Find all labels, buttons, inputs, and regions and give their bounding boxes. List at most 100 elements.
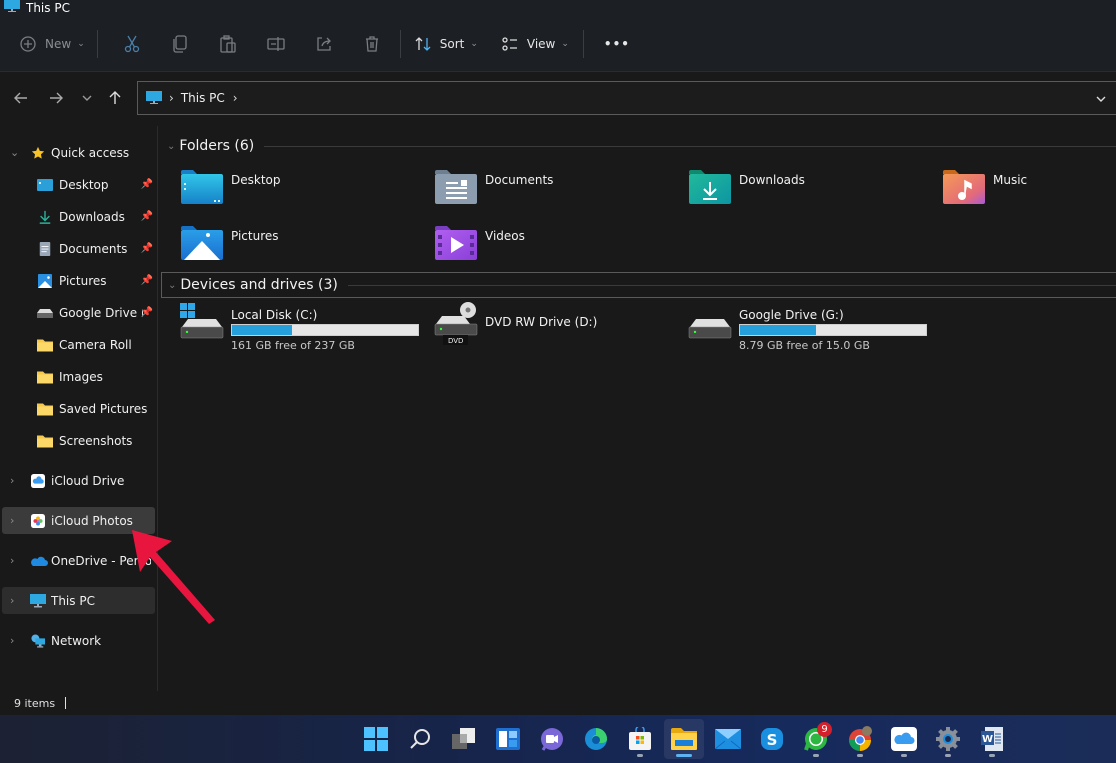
pin-icon[interactable]: 📌 xyxy=(141,307,153,318)
chevron-down-icon[interactable] xyxy=(1096,96,1106,102)
chevron-down-icon xyxy=(82,95,92,101)
chevron-right-icon[interactable]: › xyxy=(10,514,14,527)
taskbar-chrome[interactable] xyxy=(840,719,880,759)
pin-icon[interactable]: 📌 xyxy=(141,211,153,222)
widgets-icon xyxy=(496,728,520,750)
sidebar-item-google-drive[interactable]: Google Drive (G:) 📌 xyxy=(2,299,155,326)
plus-circle-icon xyxy=(20,35,36,52)
taskbar-mail[interactable] xyxy=(708,719,748,759)
pin-icon[interactable]: 📌 xyxy=(141,243,153,254)
sidebar-item-images[interactable]: Images xyxy=(2,363,155,390)
taskbar-teams-chat[interactable] xyxy=(532,719,572,759)
up-button[interactable] xyxy=(105,88,125,108)
folders-group-header[interactable]: ⌄ Folders (6) xyxy=(161,133,1116,159)
paste-icon xyxy=(220,34,236,53)
download-icon xyxy=(39,210,51,224)
sidebar-item-this-pc[interactable]: › This PC xyxy=(2,587,155,614)
sidebar-item-quick-access[interactable]: ⌄ Quick access xyxy=(2,139,155,166)
breadcrumb-separator[interactable]: › xyxy=(169,91,174,105)
breadcrumb-this-pc[interactable]: This PC xyxy=(181,91,225,105)
running-indicator xyxy=(989,754,995,757)
mail-icon xyxy=(715,729,741,749)
taskbar-task-view[interactable] xyxy=(444,719,484,759)
separator xyxy=(96,29,98,58)
edge-icon xyxy=(585,728,607,750)
arrow-up-icon xyxy=(109,91,121,104)
taskbar-whatsapp[interactable]: 9 xyxy=(796,719,836,759)
sidebar-item-downloads[interactable]: Downloads 📌 xyxy=(2,203,155,230)
chevron-down-icon[interactable]: ⌄ xyxy=(168,280,176,291)
sidebar-item-desktop[interactable]: Desktop 📌 xyxy=(2,171,155,198)
pin-icon[interactable]: 📌 xyxy=(141,179,153,190)
divider xyxy=(347,284,1116,286)
chevron-right-icon[interactable]: › xyxy=(10,554,14,567)
folder-tile-pictures[interactable]: Pictures xyxy=(180,225,430,275)
sidebar-item-screenshots[interactable]: Screenshots xyxy=(2,427,155,454)
drive-tile-d[interactable]: DVD DVD RW Drive (D:) xyxy=(434,302,684,354)
breadcrumb-separator[interactable]: › xyxy=(233,91,238,105)
sidebar-item-documents[interactable]: Documents 📌 xyxy=(2,235,155,262)
view-label: View xyxy=(526,36,556,51)
taskbar-store[interactable] xyxy=(620,719,660,759)
drives-group-header[interactable]: ⌄ Devices and drives (3) xyxy=(161,272,1116,298)
taskbar-start[interactable] xyxy=(356,719,396,759)
skype-icon: S xyxy=(761,728,783,750)
forward-button[interactable] xyxy=(46,88,66,108)
pin-icon[interactable]: 📌 xyxy=(141,275,153,286)
drive-tile-c[interactable]: Local Disk (C:) 161 GB free of 237 GB xyxy=(180,303,430,354)
title-bar: This PC xyxy=(0,0,1116,16)
delete-button[interactable] xyxy=(360,26,384,62)
taskbar-settings[interactable] xyxy=(928,719,968,759)
copy-button[interactable] xyxy=(168,26,192,62)
chevron-down-icon: ⌄ xyxy=(561,38,569,49)
taskbar-widgets[interactable] xyxy=(488,719,528,759)
folder-tile-documents[interactable]: Documents xyxy=(434,169,684,219)
drive-usage-fill xyxy=(740,325,817,335)
paste-button[interactable] xyxy=(216,26,240,62)
document-icon xyxy=(39,241,51,256)
sidebar-item-camera-roll[interactable]: Camera Roll xyxy=(2,331,155,358)
icloud-icon xyxy=(891,727,917,751)
back-button[interactable] xyxy=(11,88,31,108)
sort-button[interactable]: Sort ⌄ xyxy=(415,26,478,62)
sidebar-item-saved-pictures[interactable]: Saved Pictures xyxy=(2,395,155,422)
sidebar-item-onedrive[interactable]: › OneDrive - Personal xyxy=(2,547,155,574)
view-icon xyxy=(502,36,517,51)
sidebar-item-network[interactable]: › Network xyxy=(2,627,155,654)
address-bar[interactable]: › This PC › xyxy=(137,81,1116,115)
taskbar-icloud[interactable] xyxy=(884,719,924,759)
taskbar-search[interactable] xyxy=(400,719,440,759)
word-icon: W xyxy=(981,727,1003,751)
trash-icon xyxy=(365,35,378,52)
sidebar-item-icloud-photos[interactable]: › iCloud Photos xyxy=(2,507,155,534)
taskbar-skype[interactable]: S xyxy=(752,719,792,759)
sidebar-item-label: iCloud Drive xyxy=(51,473,125,488)
item-count: 9 items xyxy=(14,696,56,710)
more-options-button[interactable]: ••• xyxy=(604,26,630,62)
folder-tile-downloads[interactable]: Downloads xyxy=(688,169,938,219)
new-button[interactable]: New ⌄ xyxy=(20,26,85,62)
this-pc-icon xyxy=(4,0,20,12)
folder-tile-desktop[interactable]: Desktop xyxy=(180,169,430,219)
chevron-right-icon[interactable]: › xyxy=(10,594,14,607)
windows-drive-icon xyxy=(180,303,224,339)
recent-locations-button[interactable] xyxy=(77,88,97,108)
chevron-down-icon[interactable]: ⌄ xyxy=(10,146,19,159)
chevron-right-icon[interactable]: › xyxy=(10,474,14,487)
taskbar: S 9 W xyxy=(0,715,1116,763)
view-button[interactable]: View ⌄ xyxy=(502,26,569,62)
chevron-down-icon: ⌄ xyxy=(77,38,85,49)
rename-button[interactable] xyxy=(264,26,288,62)
sidebar-item-pictures[interactable]: Pictures 📌 xyxy=(2,267,155,294)
drive-tile-g[interactable]: Google Drive (G:) 8.79 GB free of 15.0 G… xyxy=(688,304,938,354)
chevron-down-icon[interactable]: ⌄ xyxy=(167,141,175,152)
folder-tile-videos[interactable]: Videos xyxy=(434,225,684,275)
chevron-right-icon[interactable]: › xyxy=(10,634,14,647)
sidebar-item-icloud-drive[interactable]: › iCloud Drive xyxy=(2,467,155,494)
taskbar-edge[interactable] xyxy=(576,719,616,759)
taskbar-word[interactable]: W xyxy=(972,719,1012,759)
taskbar-file-explorer[interactable] xyxy=(664,719,704,759)
cut-button[interactable] xyxy=(120,26,144,62)
share-button[interactable] xyxy=(312,26,336,62)
folder-tile-music[interactable]: Music xyxy=(942,169,1116,219)
